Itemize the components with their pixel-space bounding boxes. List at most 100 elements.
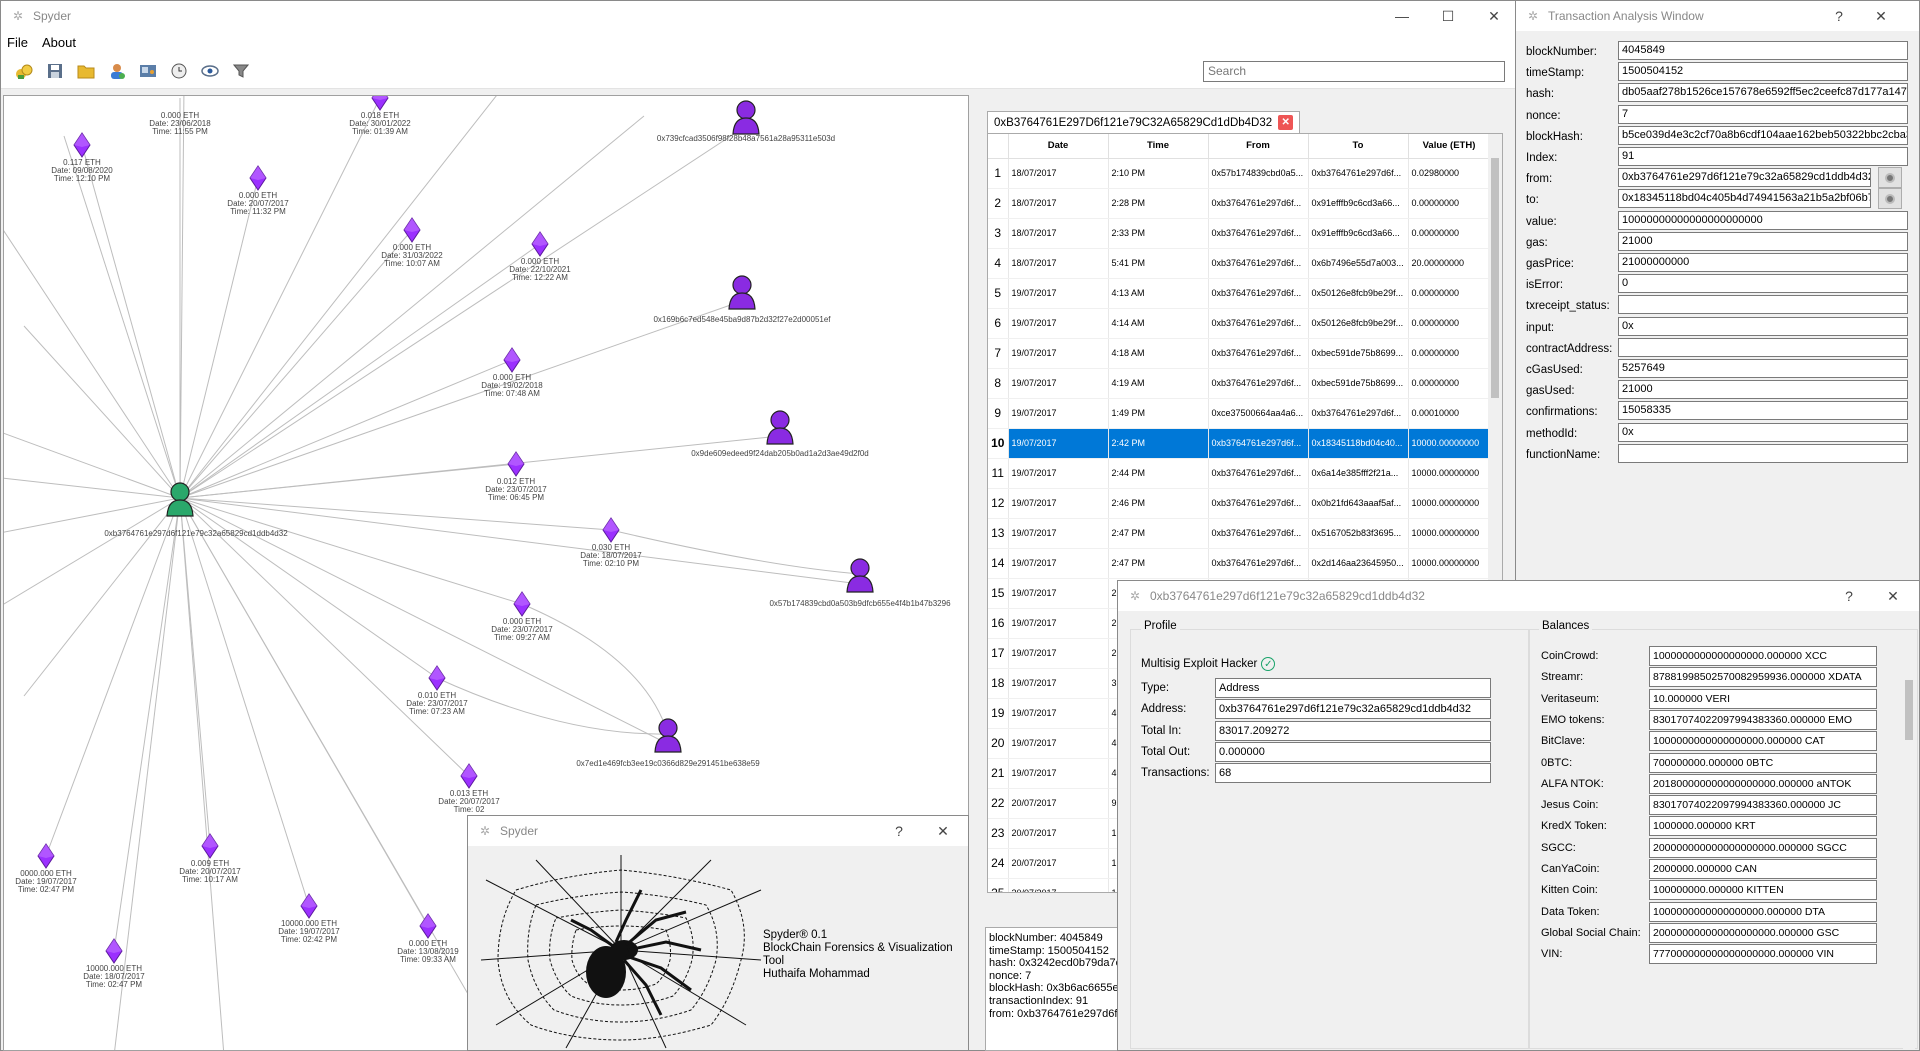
eye-icon[interactable] bbox=[201, 62, 219, 80]
field-input[interactable]: db05aaf278b1526ce157678e6592ff5ec2ceefc8… bbox=[1618, 83, 1908, 103]
field-input[interactable]: 15058335 bbox=[1618, 401, 1908, 421]
account-node-icon[interactable] bbox=[736, 100, 756, 120]
table-row[interactable]: 9 19/07/2017 1:49 PM 0xce37500664aa4a6... 0x… bbox=[988, 398, 1491, 429]
table-row[interactable]: 1 18/07/2017 2:10 PM 0x57b174839cbd0a5... 0x… bbox=[988, 158, 1491, 189]
col-time-header[interactable]: Time bbox=[1108, 134, 1209, 159]
col-to-header[interactable]: To bbox=[1308, 134, 1409, 159]
field-input[interactable]: 0xb3764761e297d6f121e79c32a65829cd1ddb4d… bbox=[1618, 168, 1871, 188]
close-button[interactable]: ✕ bbox=[1870, 581, 1916, 611]
field-input[interactable]: 1500504152 bbox=[1618, 62, 1908, 82]
table-row[interactable]: 14 19/07/2017 2:47 PM 0xb3764761e297d6f... 0… bbox=[988, 548, 1491, 579]
save-icon[interactable] bbox=[46, 62, 64, 80]
table-row[interactable]: 11 19/07/2017 2:44 PM 0xb3764761e297d6f... 0… bbox=[988, 458, 1491, 489]
field-input[interactable] bbox=[1618, 295, 1908, 315]
profile-field-input[interactable]: 0xb3764761e297d6f121e79c32a65829cd1ddb4d… bbox=[1215, 699, 1491, 720]
balance-input[interactable]: 2000000.000000 CAN bbox=[1649, 859, 1877, 879]
account-node-icon[interactable] bbox=[770, 410, 790, 430]
menu-about[interactable]: About bbox=[42, 35, 76, 50]
balances-scroll-thumb[interactable] bbox=[1905, 680, 1913, 740]
help-button[interactable]: ? bbox=[876, 816, 922, 846]
field-input[interactable]: 21000 bbox=[1618, 380, 1908, 400]
balances-scrollbar[interactable] bbox=[1903, 640, 1915, 1050]
close-button[interactable]: ✕ bbox=[1471, 1, 1517, 31]
lookup-from-button[interactable] bbox=[1878, 167, 1902, 189]
balance-input[interactable]: 83017074022097994383360.000000 EMO bbox=[1649, 709, 1877, 730]
balance-input[interactable]: 87881998502570082959936.000000 XDATA bbox=[1649, 667, 1877, 688]
close-button[interactable]: ✕ bbox=[1858, 1, 1904, 31]
field-input[interactable]: 91 bbox=[1618, 147, 1908, 166]
field-input[interactable]: 0 bbox=[1618, 274, 1908, 294]
balance-input[interactable]: 100000000.000000 KITTEN bbox=[1649, 880, 1877, 901]
tab-close-icon[interactable]: ✕ bbox=[1278, 115, 1294, 130]
field-input[interactable]: 21000 bbox=[1618, 231, 1908, 251]
balance-input[interactable]: 83017074022097994383360.000000 JC bbox=[1649, 795, 1877, 816]
profile-field-input[interactable]: 0.000000 bbox=[1215, 741, 1491, 762]
table-row[interactable]: 4 18/07/2017 5:41 PM 0xb3764761e297d6f... 0x… bbox=[988, 248, 1491, 279]
search-input[interactable]: Search bbox=[1203, 61, 1505, 82]
center-node-icon[interactable] bbox=[170, 482, 190, 502]
field-input[interactable] bbox=[1618, 337, 1908, 357]
open-wallet-icon[interactable] bbox=[15, 62, 33, 80]
table-row[interactable]: 3 18/07/2017 2:33 PM 0xb3764761e297d6f... 0x… bbox=[988, 218, 1491, 249]
balance-input[interactable]: 700000000.000000 0BTC bbox=[1649, 752, 1877, 773]
col-value-header[interactable]: Value (ETH) bbox=[1408, 134, 1491, 159]
row-index: 23 bbox=[988, 818, 1009, 849]
table-row[interactable]: 5 19/07/2017 4:13 AM 0xb3764761e297d6f... 0x… bbox=[988, 278, 1491, 309]
field-input[interactable]: 5257649 bbox=[1618, 359, 1908, 378]
tab-address[interactable]: 0xB3764761E297D6f121e79C32A65829Cd1dDb4D… bbox=[987, 111, 1301, 133]
tx-time-label: Time: 12:22 AM bbox=[512, 273, 568, 282]
help-button[interactable]: ? bbox=[1816, 1, 1862, 31]
minimize-button[interactable]: — bbox=[1379, 1, 1425, 31]
col-from-header[interactable]: From bbox=[1208, 134, 1309, 159]
field-input[interactable]: 21000000000 bbox=[1618, 253, 1908, 272]
balance-input[interactable]: 1000000.000000 KRT bbox=[1649, 816, 1877, 837]
balance-input[interactable]: 201800000000000000000.000000 aNTOK bbox=[1649, 773, 1877, 794]
field-input[interactable]: 4045849 bbox=[1618, 41, 1908, 60]
account-node-icon-body bbox=[732, 117, 760, 135]
table-row[interactable]: 10 19/07/2017 2:42 PM 0xb3764761e297d6f... 0… bbox=[988, 428, 1491, 459]
cell-value: 10000.00000000 bbox=[1408, 518, 1491, 549]
account-node-icon[interactable] bbox=[658, 718, 678, 738]
field-input[interactable]: 7 bbox=[1618, 104, 1908, 124]
field-input[interactable]: b5ce039d4e3c2cf70a8b6cdf104aae162beb5032… bbox=[1618, 125, 1908, 145]
profile-field-input[interactable]: Address bbox=[1215, 678, 1491, 698]
filter-icon[interactable] bbox=[232, 62, 250, 80]
field-label: blockNumber: bbox=[1526, 46, 1597, 58]
table-row[interactable]: 13 19/07/2017 2:47 PM 0xb3764761e297d6f... 0… bbox=[988, 518, 1491, 549]
table-row[interactable]: 12 19/07/2017 2:46 PM 0xb3764761e297d6f... 0… bbox=[988, 488, 1491, 519]
help-button[interactable]: ? bbox=[1826, 581, 1872, 611]
table-row[interactable]: 7 19/07/2017 4:18 AM 0xb3764761e297d6f... 0x… bbox=[988, 338, 1491, 369]
menu-file[interactable]: File bbox=[7, 35, 28, 50]
maximize-button[interactable]: ☐ bbox=[1425, 1, 1471, 31]
balance-input[interactable]: 1000000000000000000.000000 DTA bbox=[1649, 901, 1877, 922]
field-input[interactable]: 0x bbox=[1618, 422, 1908, 442]
balance-input[interactable]: 200000000000000000000.000000 GSC bbox=[1649, 922, 1877, 943]
account-node-icon[interactable] bbox=[732, 275, 752, 295]
card-icon[interactable] bbox=[139, 62, 157, 80]
balance-input[interactable]: 1000000000000000000.000000 CAT bbox=[1649, 731, 1877, 752]
field-input[interactable]: 0x bbox=[1618, 316, 1908, 336]
clock-icon[interactable] bbox=[170, 62, 188, 80]
cell-date: 19/07/2017 bbox=[1008, 428, 1109, 459]
balance-input[interactable]: 200000000000000000000.000000 SGCC bbox=[1649, 837, 1877, 858]
cell-date: 19/07/2017 bbox=[1008, 308, 1109, 339]
col-date-header[interactable]: Date bbox=[1008, 134, 1109, 159]
profile-field-input[interactable]: 68 bbox=[1215, 763, 1491, 784]
table-scroll-thumb[interactable] bbox=[1491, 158, 1499, 398]
account-node-icon[interactable] bbox=[850, 558, 870, 578]
field-input[interactable] bbox=[1618, 443, 1908, 463]
table-row[interactable]: 8 19/07/2017 4:19 AM 0xb3764761e297d6f... 0x… bbox=[988, 368, 1491, 399]
close-button[interactable]: ✕ bbox=[920, 816, 966, 846]
table-row[interactable]: 6 19/07/2017 4:14 AM 0xb3764761e297d6f... 0x… bbox=[988, 308, 1491, 339]
lookup-to-button[interactable] bbox=[1878, 188, 1902, 210]
field-input[interactable]: 10000000000000000000000 bbox=[1618, 210, 1908, 230]
cell-to: 0x0b21fd643aaaf5af... bbox=[1308, 488, 1409, 519]
profile-field-input[interactable]: 83017.209272 bbox=[1215, 720, 1491, 741]
field-input[interactable]: 0x18345118bd04c405b4d74941563a21b5a2bf06… bbox=[1618, 189, 1871, 209]
folder-icon[interactable] bbox=[77, 62, 95, 80]
user-icon[interactable] bbox=[108, 62, 126, 80]
balance-input[interactable]: 1000000000000000000.000000 XCC bbox=[1649, 646, 1877, 666]
table-row[interactable]: 2 18/07/2017 2:28 PM 0xb3764761e297d6f... 0x… bbox=[988, 188, 1491, 219]
balance-input[interactable]: 10.000000 VERI bbox=[1649, 688, 1877, 709]
balance-input[interactable]: 777000000000000000000.000000 VIN bbox=[1649, 944, 1877, 965]
